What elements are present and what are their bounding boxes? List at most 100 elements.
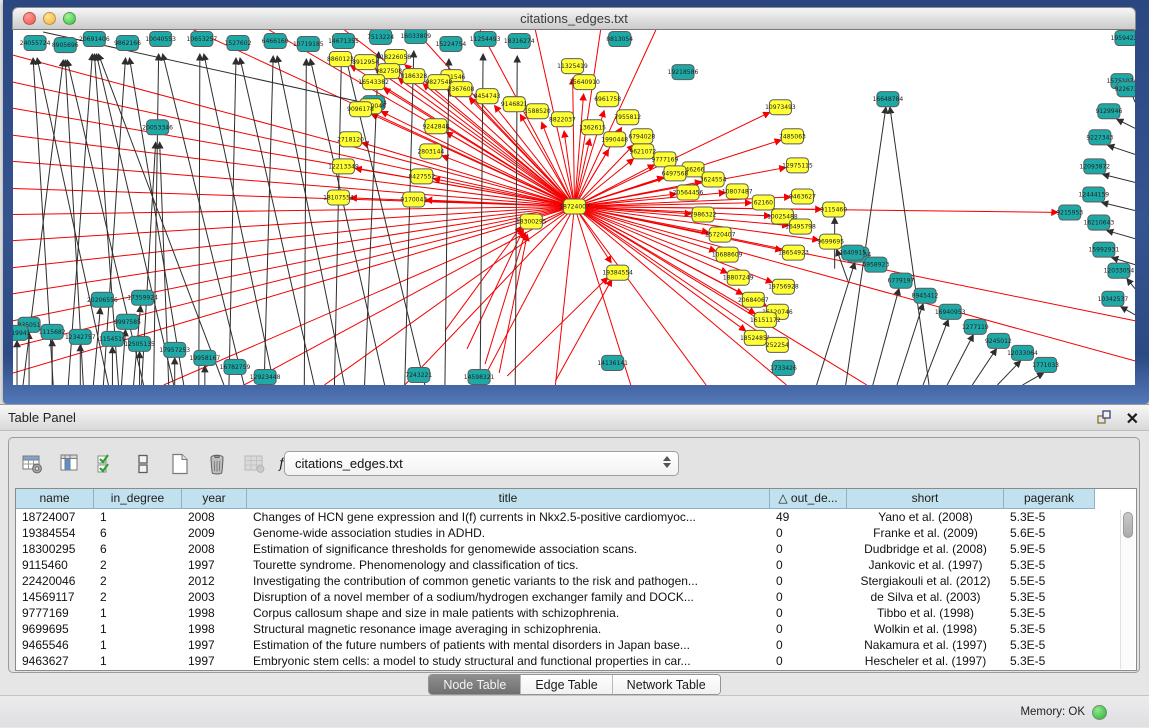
network-view-window: citations_edges.txt 24055724890569620691… [3, 0, 1149, 404]
table-cell: 1997 [182, 637, 247, 653]
table-cell: Estimation of significance thresholds fo… [247, 541, 770, 557]
graph-node-label: 10653257 [187, 36, 218, 43]
table-row[interactable]: 946554611997Estimation of the future num… [16, 637, 1136, 653]
network-canvas[interactable]: 2405572489056962069140698621661004055310… [13, 30, 1135, 385]
dropdown-stepper-icon [663, 456, 671, 468]
column-header[interactable]: pagerank [1004, 489, 1095, 509]
column-header[interactable]: year [182, 489, 247, 509]
table-cell: 5.3E-5 [1004, 621, 1095, 637]
graph-node-label: 9215953 [1056, 210, 1083, 217]
table-cell: 0 [770, 637, 847, 653]
graph-edge [972, 349, 996, 385]
scrollbar-thumb[interactable] [1123, 512, 1133, 538]
tab-node-table[interactable]: Node Table [429, 675, 521, 694]
table-cell: Structural magnetic resonance image aver… [247, 621, 770, 637]
table-row[interactable]: 969969511998Structural magnetic resonanc… [16, 621, 1136, 637]
graph-node-label: 24055724 [20, 40, 51, 47]
table-row[interactable]: 2242004622012Investigating the contribut… [16, 573, 1136, 589]
close-panel-icon[interactable]: ✕ [1126, 411, 1139, 429]
table-cell: Tibbo et al. (1998) [847, 605, 1004, 621]
graph-node-label: 12033064 [1007, 350, 1038, 357]
node-attribute-table[interactable]: namein_degreeyeartitle△ out_de...shortpa… [15, 488, 1137, 671]
graph-node-label: 9827548 [425, 79, 452, 86]
graph-edge [13, 206, 575, 214]
table-cell: 5.3E-5 [1004, 653, 1095, 669]
graph-node-label: 1362615 [579, 124, 606, 131]
graph-node-label: 10807487 [722, 188, 753, 195]
tab-edge-table[interactable]: Edge Table [521, 675, 612, 694]
graph-node-label: 6497568 [662, 170, 689, 177]
table-cell: 5.3E-5 [1004, 637, 1095, 653]
table-settings-icon[interactable] [19, 451, 45, 477]
table-cell: Embryonic stem cells: a model to study s… [247, 653, 770, 669]
zoom-button[interactable] [63, 12, 76, 25]
table-cell: 0 [770, 589, 847, 605]
table-row[interactable]: 977716911998Corpus callosum shape and si… [16, 605, 1136, 621]
graph-node-label: 7986322 [690, 212, 717, 219]
graph-node-label: 16210643 [1084, 220, 1115, 227]
close-button[interactable] [23, 12, 36, 25]
graph-node-label: 6794028 [628, 133, 655, 140]
table-cell: Jankovic et al. (1997) [847, 557, 1004, 573]
graph-node-label: 9827508 [375, 68, 402, 75]
select-rows-icon[interactable] [93, 451, 119, 477]
column-edit-icon[interactable] [56, 451, 82, 477]
graph-node-label: 14136141 [597, 360, 628, 367]
table-cell: 5.3E-5 [1004, 509, 1095, 525]
new-table-icon[interactable] [167, 451, 193, 477]
column-header[interactable]: title [247, 489, 770, 509]
minimize-button[interactable] [43, 12, 56, 25]
graph-node-label: 6961758 [594, 96, 621, 103]
table-scrollbar[interactable] [1120, 510, 1135, 669]
graph-node-label: 15992931 [1089, 247, 1120, 254]
column-header[interactable]: △ out_de... [770, 489, 847, 509]
column-header[interactable]: short [847, 489, 1004, 509]
graph-edge [923, 320, 948, 385]
table-cell: 2 [94, 557, 182, 573]
table-row[interactable]: 1456911722003Disruption of a novel membe… [16, 589, 1136, 605]
table-cell: 18724007 [16, 509, 94, 525]
graph-edge [575, 206, 1135, 360]
graph-node-label: 10973493 [765, 104, 796, 111]
graph-node-label: 18654923 [778, 250, 809, 257]
table-selector-dropdown[interactable]: citations_edges.txt [284, 451, 679, 476]
delete-table-icon[interactable] [204, 451, 230, 477]
graph-node-label: 9621072 [629, 148, 656, 155]
graph-node-label: 6466160 [262, 38, 289, 45]
column-header[interactable]: name [16, 489, 94, 509]
table-cell: Tourette syndrome. Phenomenology and cla… [247, 557, 770, 573]
table-cell: Hescheler et al. (1997) [847, 653, 1004, 669]
graph-edge [573, 78, 575, 206]
table-panel-inner: f(x) citations_edges.txt namein_degreeye… [8, 437, 1140, 673]
graph-edge [507, 278, 607, 376]
graph-node-label: 18724007 [559, 204, 590, 211]
table-row[interactable]: 946362711997Embryonic stem cells: a mode… [16, 653, 1136, 669]
graph-node-label: 1588520 [524, 108, 551, 115]
network-window-titlebar[interactable]: citations_edges.txt [12, 7, 1136, 30]
graph-node-label: 1733426 [770, 365, 797, 372]
table-row[interactable]: 1938455462009Genome-wide association stu… [16, 525, 1136, 541]
table-row[interactable]: 1872400712008Changes of HCN gene express… [16, 509, 1136, 525]
row-height-icon[interactable] [130, 451, 156, 477]
graph-node-label: 7955812 [614, 114, 641, 121]
table-row[interactable]: 1830029562008Estimation of significance … [16, 541, 1136, 557]
memory-status-indicator[interactable] [1092, 705, 1107, 720]
float-panel-icon[interactable] [1096, 409, 1112, 430]
graph-edge [204, 54, 274, 385]
table-cell: 19384554 [16, 525, 94, 541]
table-cell: 49 [770, 509, 847, 525]
table-cell: 1 [94, 621, 182, 637]
graph-edge [1102, 202, 1135, 210]
graph-node-label: 2718120 [337, 136, 364, 143]
tab-network-table[interactable]: Network Table [613, 675, 720, 694]
column-header[interactable]: in_degree [94, 489, 182, 509]
graph-node-label: 1115682 [39, 329, 66, 336]
table-row[interactable]: 911546021997Tourette syndrome. Phenomeno… [16, 557, 1136, 573]
nodes-layer: 2405572489056962069140698621661004055310… [13, 30, 1135, 384]
graph-node-label: 1277119 [962, 324, 989, 331]
graph-node-label: 19958167 [190, 355, 221, 362]
graph-edge [264, 56, 273, 385]
table-tabs: Node TableEdge TableNetwork Table [0, 674, 1149, 695]
graph-node-label: 12975115 [782, 162, 813, 169]
table-cell: 5.3E-5 [1004, 589, 1095, 605]
